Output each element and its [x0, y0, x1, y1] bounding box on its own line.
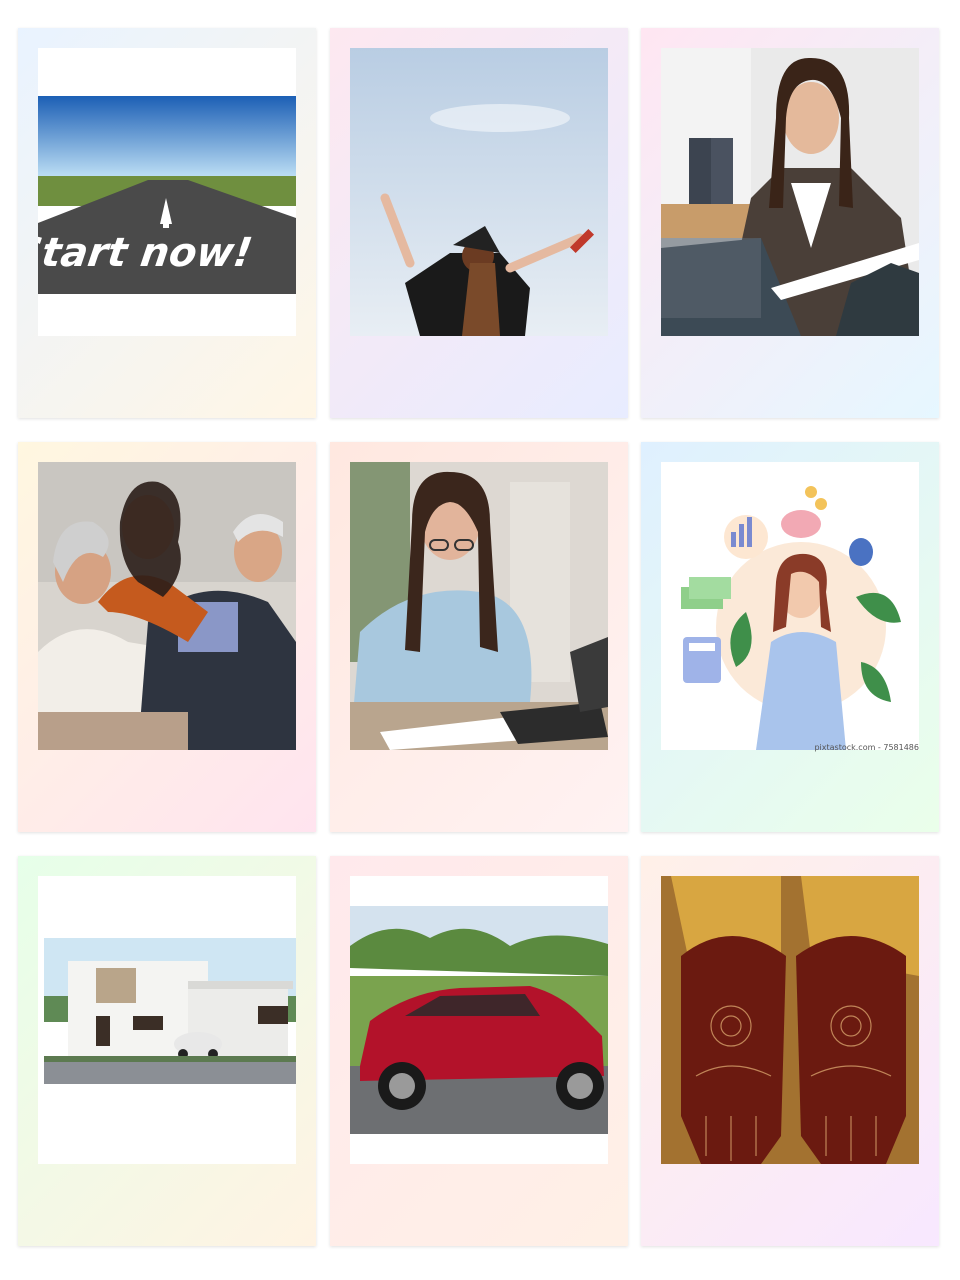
polaroid-card-house[interactable] [18, 856, 316, 1246]
road-text: Start now! [38, 230, 255, 276]
polaroid-card-red-car[interactable] [330, 856, 628, 1246]
start-now-photo: Start now! [38, 48, 296, 336]
polaroid-card-start-now[interactable]: Start now! [18, 28, 316, 418]
polaroid-card-woman-studying[interactable] [330, 442, 628, 832]
polaroid-card-job-interview[interactable] [641, 28, 939, 418]
red-car-photo [350, 876, 608, 1164]
henna-hands-photo [661, 876, 919, 1164]
polaroid-card-henna-hands[interactable] [641, 856, 939, 1246]
woman-studying-photo [350, 462, 608, 750]
family-retirement-photo [38, 462, 296, 750]
savings-illustration-photo [661, 462, 919, 750]
photo-grid: Start now! pixtastock.com - 7581486 [0, 0, 960, 1280]
house-photo [38, 876, 296, 1164]
job-interview-photo [661, 48, 919, 336]
polaroid-card-graduation[interactable] [330, 28, 628, 418]
watermark-text: pixtastock.com - 7581486 [814, 743, 919, 752]
polaroid-card-savings-illustration[interactable]: pixtastock.com - 7581486 [641, 442, 939, 832]
polaroid-card-family-retirement[interactable] [18, 442, 316, 832]
graduation-photo [350, 48, 608, 336]
